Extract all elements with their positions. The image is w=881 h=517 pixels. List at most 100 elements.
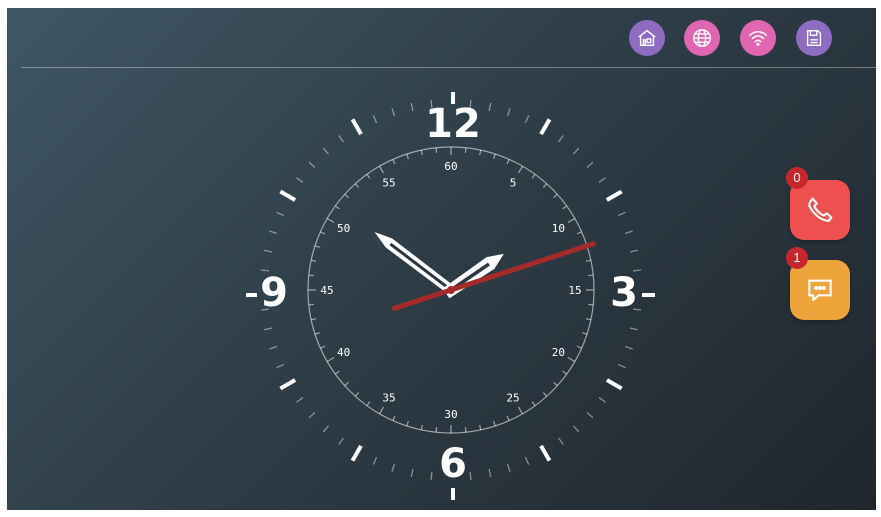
outer-minute-tick: [506, 108, 511, 117]
save-icon: [806, 29, 822, 47]
inner-minute-tick: [392, 415, 396, 421]
outer-minute-tick: [524, 456, 530, 465]
inner-minute-tick: [479, 424, 482, 430]
inner-minute-tick: [420, 424, 423, 430]
outer-minute-tick: [598, 177, 606, 183]
outer-minute-tick: [276, 363, 285, 369]
inner-minute-tick: [582, 332, 588, 335]
inner-minute-tick: [354, 392, 360, 397]
save-button[interactable]: [796, 20, 832, 56]
outer-minute-tick: [338, 135, 344, 143]
outer-minute-tick: [524, 115, 530, 124]
unread-message-badge: 1: [786, 247, 808, 269]
outer-minute-tick: [372, 115, 378, 124]
inner-minute-tick: [334, 370, 340, 375]
message-button[interactable]: 1: [786, 247, 850, 320]
outer-minute-tick: [322, 147, 330, 155]
outer-minute-tick: [624, 230, 633, 235]
outer-minute-tick: [430, 471, 433, 481]
inner-minute-tick: [531, 173, 536, 179]
header-divider: [21, 67, 876, 68]
minute-label-10: 10: [552, 222, 565, 235]
outer-minute-tick: [264, 327, 273, 331]
inner-minute-tick: [506, 159, 510, 165]
outer-minute-tick: [469, 471, 472, 481]
outer-minute-tick: [624, 345, 633, 350]
minute-label-40: 40: [337, 346, 350, 359]
outer-minute-tick: [338, 437, 344, 445]
inner-minute-tick: [464, 147, 467, 153]
second-hand: [391, 241, 596, 312]
inner-minute-tick: [435, 147, 438, 153]
numeral-6: 6: [439, 441, 467, 487]
outer-minute-tick: [617, 363, 626, 369]
outer-minute-tick: [617, 211, 626, 217]
numeral-3: 3: [610, 270, 638, 316]
inner-minute-tick: [344, 381, 349, 387]
outer-minute-tick: [586, 411, 594, 419]
inner-minute-tick: [378, 406, 385, 415]
minute-label-60: 60: [444, 160, 457, 173]
message-icon: [808, 279, 832, 302]
inner-minute-tick: [334, 205, 340, 210]
outer-minute-tick: [308, 411, 316, 419]
hour-marker: [605, 189, 623, 202]
outer-minute-tick: [296, 397, 304, 403]
inner-minute-tick: [506, 415, 510, 421]
missed-call-badge: 0: [786, 167, 808, 189]
inner-minute-tick: [311, 259, 317, 262]
inner-minute-tick: [542, 183, 548, 188]
inner-minute-tick: [588, 303, 594, 306]
inner-minute-tick: [531, 401, 536, 407]
outer-minute-tick: [629, 327, 638, 331]
inner-minute-tick: [562, 370, 568, 375]
inner-minute-tick: [420, 150, 423, 156]
inner-minute-tick: [378, 165, 385, 174]
inner-minute-tick: [542, 392, 548, 397]
inner-minute-tick: [576, 345, 582, 349]
minute-label-55: 55: [382, 177, 395, 190]
hour-marker: [605, 378, 623, 391]
minute-label-15: 15: [568, 284, 581, 297]
inner-minute-tick: [320, 345, 326, 349]
outer-minute-tick: [322, 425, 330, 433]
outer-minute-tick: [572, 425, 580, 433]
outer-minute-tick: [264, 249, 273, 253]
wifi-button[interactable]: [740, 20, 776, 56]
inner-minute-tick: [435, 427, 438, 433]
hour-marker: [539, 444, 552, 462]
minute-label-50: 50: [337, 222, 350, 235]
inner-minute-tick: [320, 231, 326, 235]
minute-label-20: 20: [552, 346, 565, 359]
outer-minute-tick: [269, 230, 278, 235]
outer-minute-tick: [558, 135, 564, 143]
outer-minute-tick: [558, 437, 564, 445]
inner-minute-tick: [326, 217, 335, 224]
home-button[interactable]: [629, 20, 665, 56]
phone-icon: [808, 197, 833, 222]
outer-minute-tick: [410, 468, 414, 477]
call-button[interactable]: 0: [786, 167, 850, 240]
inner-minute-tick: [308, 303, 314, 306]
inner-minute-tick: [493, 153, 496, 159]
outer-minute-tick: [308, 161, 316, 169]
inner-minute-tick: [576, 231, 582, 235]
inner-minute-tick: [311, 318, 317, 321]
inner-minute-tick: [553, 193, 558, 199]
outer-minute-tick: [391, 108, 396, 117]
globe-button[interactable]: [684, 20, 720, 56]
hour-marker: [539, 118, 552, 136]
minute-label-30: 30: [444, 408, 457, 421]
inner-minute-tick: [517, 406, 524, 415]
hour-marker: [350, 118, 363, 136]
inner-minute-tick: [326, 356, 335, 363]
inner-minute-tick: [585, 259, 591, 262]
outer-minute-tick: [572, 147, 580, 155]
inner-minute-tick: [366, 401, 371, 407]
inner-minute-tick: [585, 318, 591, 321]
minute-label-25: 25: [506, 391, 519, 404]
inner-minute-tick: [344, 193, 349, 199]
outer-minute-tick: [488, 103, 492, 112]
outer-minute-tick: [629, 249, 638, 253]
inner-minute-tick: [314, 332, 320, 335]
